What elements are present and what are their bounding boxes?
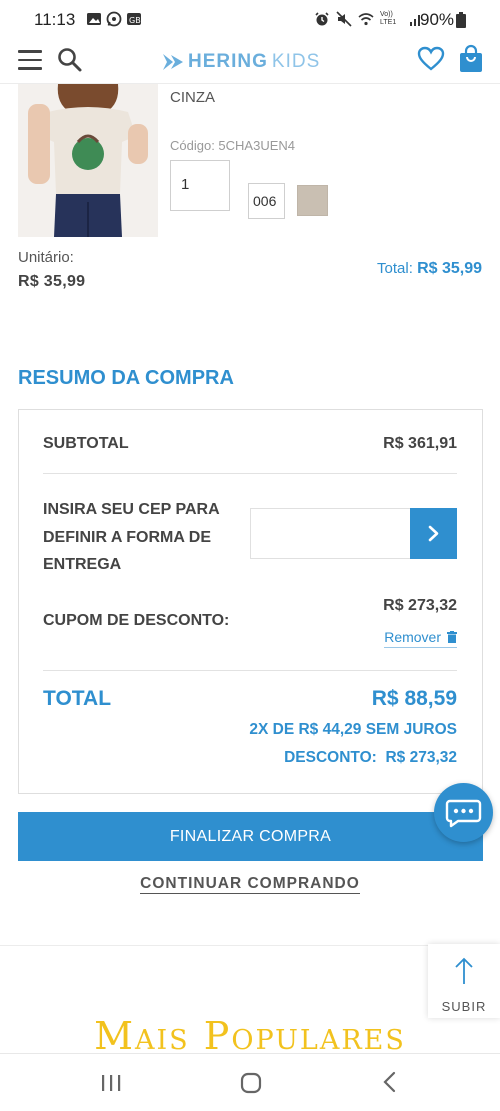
system-nav-bar	[0, 1053, 500, 1111]
alarm-icon	[315, 12, 329, 26]
cep-label-line: DEFINIR A FORMA DE	[43, 528, 211, 546]
divider	[0, 945, 500, 946]
battery-level: 90%	[420, 10, 455, 29]
item-total-label: Total:	[377, 260, 413, 277]
brand-logo[interactable]: HERING KIDS	[162, 49, 320, 75]
popular-section-title: Mais Populares	[94, 1014, 406, 1052]
color-swatch[interactable]	[297, 185, 328, 216]
top-bar: HERING KIDS	[0, 40, 500, 84]
gallery-icon	[87, 13, 101, 25]
nav-home-icon[interactable]	[239, 1071, 263, 1095]
total-value: R$ 88,59	[371, 687, 457, 710]
status-bar: 11:13 GB Vo)) LTE1 90%	[0, 0, 500, 40]
continue-shopping-label: CONTINUAR COMPRANDO	[140, 875, 360, 894]
search-icon[interactable]	[56, 46, 84, 74]
continue-shopping-link[interactable]: CONTINUAR COMPRANDO	[0, 875, 500, 894]
discount-label: DESCONTO:	[284, 749, 377, 766]
svg-text:GB: GB	[129, 16, 141, 25]
divider	[43, 670, 457, 671]
logo-brand-text: HERING	[188, 51, 268, 72]
app-notification-icon: GB	[127, 13, 141, 25]
menu-icon[interactable]	[18, 50, 42, 70]
coupon-label: CUPOM DE DESCONTO:	[43, 612, 230, 629]
wifi-icon	[358, 13, 374, 26]
cep-input[interactable]	[250, 508, 411, 559]
whatsapp-icon	[106, 11, 122, 27]
discount-value: R$ 273,32	[385, 749, 457, 766]
size-option[interactable]: 006	[248, 183, 285, 219]
finalize-purchase-button[interactable]: FINALIZAR COMPRA	[18, 812, 483, 861]
cep-label: INSIRA SEU CEP PARA DEFINIR A FORMA DE E…	[43, 496, 220, 579]
size-value: 006	[253, 193, 277, 209]
logo-kids-text: KIDS	[271, 51, 321, 72]
product-code: Código: 5CHA3UEN4	[170, 138, 296, 153]
scroll-top-label: SUBIR	[441, 999, 487, 1014]
remove-coupon-label: Remover	[384, 629, 441, 645]
coupon-value: R$ 273,32	[383, 597, 457, 614]
item-total: Total: R$ 35,99	[377, 260, 482, 278]
arrow-up-icon	[455, 957, 473, 984]
unit-price-value: R$ 35,99	[18, 273, 86, 290]
product-color-name: CINZA	[170, 89, 215, 106]
status-left-icons: GB	[86, 11, 142, 27]
chat-button[interactable]	[434, 783, 493, 842]
product-image[interactable]	[18, 84, 158, 237]
subtotal-label: SUBTOTAL	[43, 435, 129, 452]
battery-icon	[456, 12, 466, 28]
status-time: 11:13	[34, 10, 76, 29]
product-photo-illustration	[18, 84, 158, 237]
bag-icon[interactable]	[458, 44, 484, 74]
quantity-input[interactable]: 1	[170, 160, 230, 211]
total-label: TOTAL	[43, 687, 112, 710]
discount-line: DESCONTO: R$ 273,32	[284, 749, 457, 767]
chevron-right-icon	[428, 525, 439, 542]
unit-price-label: Unitário:	[18, 249, 74, 266]
cep-submit-button[interactable]	[410, 508, 457, 559]
trash-icon	[447, 631, 457, 643]
nav-recents-icon[interactable]	[100, 1073, 122, 1093]
network-label: Vo)) LTE1	[380, 11, 397, 26]
cep-label-line: INSIRA SEU CEP PARA	[43, 501, 220, 518]
scroll-top-button[interactable]: SUBIR	[428, 944, 500, 1018]
divider	[43, 473, 457, 474]
summary-title: RESUMO DA COMPRA	[18, 367, 234, 389]
cep-label-line: ENTREGA	[43, 556, 122, 573]
heart-icon[interactable]	[417, 45, 445, 73]
subtotal-value: R$ 361,91	[383, 435, 457, 452]
installments-text: 2X DE R$ 44,29 SEM JUROS	[249, 721, 457, 738]
mute-icon	[336, 11, 352, 27]
item-total-value: R$ 35,99	[417, 260, 482, 277]
logo-fish-icon	[163, 54, 183, 70]
chat-icon	[445, 799, 482, 828]
quantity-value: 1	[181, 176, 190, 193]
remove-coupon-link[interactable]: Remover	[384, 629, 457, 648]
nav-back-icon[interactable]	[380, 1070, 400, 1094]
status-right-icons: Vo)) LTE1	[314, 11, 424, 27]
